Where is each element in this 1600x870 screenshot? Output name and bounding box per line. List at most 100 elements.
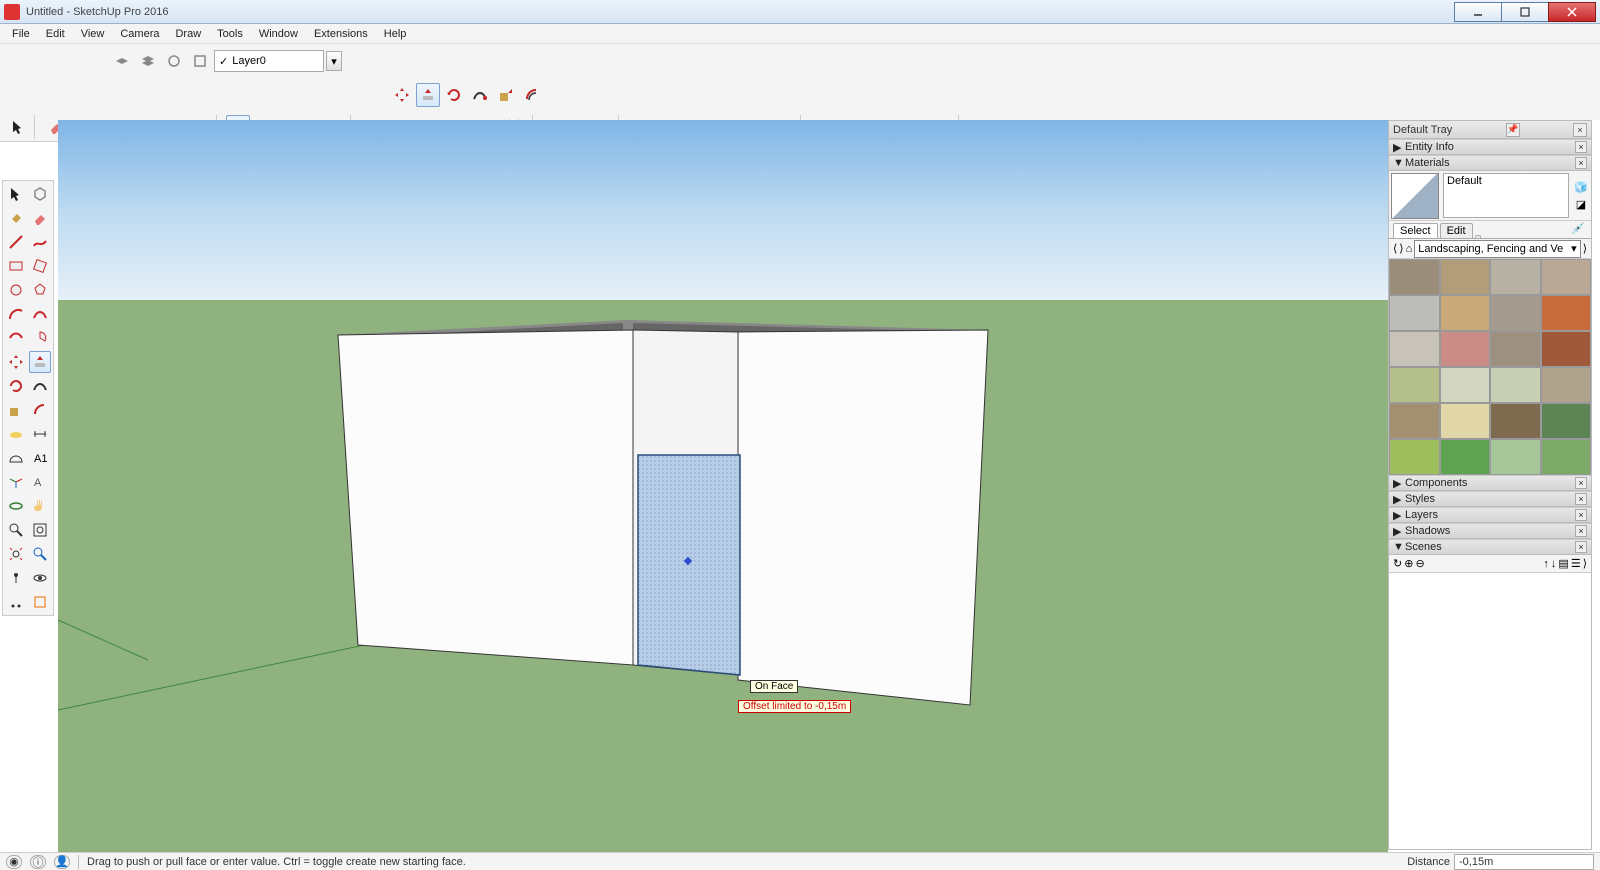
lt-axes[interactable] [5,471,27,493]
lt-text[interactable]: A1 [29,447,51,469]
menu-draw[interactable]: Draw [167,26,209,42]
material-thumb-11[interactable] [1541,331,1592,367]
lt-select[interactable] [5,183,27,205]
scale-tool-2[interactable] [494,83,518,107]
material-tab-select[interactable]: Select [1393,223,1438,238]
lt-tape[interactable] [5,423,27,445]
material-swatch[interactable] [1391,173,1439,219]
lt-3parc[interactable] [5,327,27,349]
material-thumb-18[interactable] [1490,403,1541,439]
scene-details-icon[interactable]: ⟩ [1583,557,1587,570]
lt-pan[interactable] [29,495,51,517]
panel-layers[interactable]: ▶Layers× [1389,507,1591,523]
layer-tool-2[interactable] [136,49,160,73]
menu-tools[interactable]: Tools [209,26,251,42]
layer-tool-4[interactable] [188,49,212,73]
lt-line[interactable] [5,231,27,253]
lt-eraser[interactable] [29,207,51,229]
material-thumb-16[interactable] [1389,403,1440,439]
menu-camera[interactable]: Camera [112,26,167,42]
create-material-icon[interactable]: 🧊 [1574,181,1588,194]
viewport[interactable]: On Face Offset limited to -0,15m [58,120,1600,852]
material-name-field[interactable]: Default [1443,173,1569,218]
material-thumb-6[interactable] [1490,295,1541,331]
layer-dropdown[interactable]: ✓ Layer0 [214,50,324,72]
maximize-button[interactable] [1501,2,1549,22]
panel-entity-info[interactable]: ▶Entity Info× [1389,139,1591,155]
eyedropper-icon[interactable]: 💉 [1571,222,1587,238]
lt-zoom[interactable] [5,519,27,541]
lt-zoomwindow[interactable] [29,519,51,541]
material-tab-more[interactable] [1475,235,1481,238]
material-thumb-3[interactable] [1541,259,1592,295]
tray-header[interactable]: Default Tray 📌 × [1389,121,1591,139]
mat-home-icon[interactable]: ⌂ [1406,243,1413,255]
lt-move[interactable] [5,351,27,373]
signin-icon[interactable]: 👤 [54,855,70,869]
material-thumb-4[interactable] [1389,295,1440,331]
menu-help[interactable]: Help [376,26,415,42]
material-thumb-17[interactable] [1440,403,1491,439]
material-thumb-22[interactable] [1490,439,1541,475]
panel-materials[interactable]: ▼Materials× [1389,155,1591,171]
geolocation-icon[interactable]: ◉ [6,855,22,869]
lt-polygon[interactable] [29,279,51,301]
scene-add-icon[interactable]: ⊕ [1404,557,1413,570]
pushpull-tool-2[interactable] [416,83,440,107]
lt-lookaround[interactable] [29,567,51,589]
panel-components[interactable]: ▶Components× [1389,475,1591,491]
lt-pushpull[interactable] [29,351,51,373]
offset-tool-2[interactable] [520,83,544,107]
lt-arc[interactable] [5,303,27,325]
material-thumb-1[interactable] [1440,259,1491,295]
lt-position-camera[interactable] [5,567,27,589]
move-tool-2[interactable] [390,83,414,107]
material-thumb-12[interactable] [1389,367,1440,403]
rotate-tool-2[interactable] [442,83,466,107]
mat-menu-icon[interactable]: ⟩ [1583,242,1587,255]
select-tool[interactable] [6,115,30,139]
material-thumb-15[interactable] [1541,367,1592,403]
material-thumb-23[interactable] [1541,439,1592,475]
material-thumb-20[interactable] [1389,439,1440,475]
close-button[interactable] [1548,2,1596,22]
menu-view[interactable]: View [73,26,113,42]
material-thumb-21[interactable] [1440,439,1491,475]
lt-2parc[interactable] [29,303,51,325]
material-thumb-14[interactable] [1490,367,1541,403]
scene-remove-icon[interactable]: ⊖ [1415,557,1424,570]
material-thumb-10[interactable] [1490,331,1541,367]
lt-circle[interactable] [5,279,27,301]
material-library-dropdown[interactable]: Landscaping, Fencing and Ve▾ [1414,240,1580,258]
panel-scenes[interactable]: ▼Scenes× [1389,539,1591,555]
scene-update-icon[interactable]: ↻ [1393,557,1402,570]
lt-protractor[interactable] [5,447,27,469]
mat-fwd-icon[interactable]: ⟩ [1399,242,1403,255]
lt-dimension[interactable] [29,423,51,445]
lt-rotrect[interactable] [29,255,51,277]
lt-3dtext[interactable]: A [29,471,51,493]
menu-file[interactable]: File [4,26,38,42]
lt-walk[interactable] [5,591,27,613]
lt-followme[interactable] [29,375,51,397]
lt-component[interactable] [29,183,51,205]
lt-zoomextents[interactable] [5,543,27,565]
default-material-icon[interactable]: ◪ [1576,198,1586,211]
mat-back-icon[interactable]: ⟨ [1393,242,1397,255]
material-thumb-0[interactable] [1389,259,1440,295]
material-thumb-7[interactable] [1541,295,1592,331]
material-tab-edit[interactable]: Edit [1440,223,1473,238]
scene-up-icon[interactable]: ↑ [1543,558,1549,570]
lt-section[interactable] [29,591,51,613]
tray-close-icon[interactable]: × [1573,123,1587,137]
credits-icon[interactable]: ⓘ [30,855,46,869]
lt-freehand[interactable] [29,231,51,253]
lt-pie[interactable] [29,327,51,349]
layer-dropdown-arrow[interactable]: ▾ [326,51,342,71]
lt-rotate[interactable] [5,375,27,397]
lt-previous[interactable] [29,543,51,565]
lt-paintbucket[interactable] [5,207,27,229]
scenes-list[interactable] [1389,573,1591,849]
menu-edit[interactable]: Edit [38,26,73,42]
material-thumb-5[interactable] [1440,295,1491,331]
